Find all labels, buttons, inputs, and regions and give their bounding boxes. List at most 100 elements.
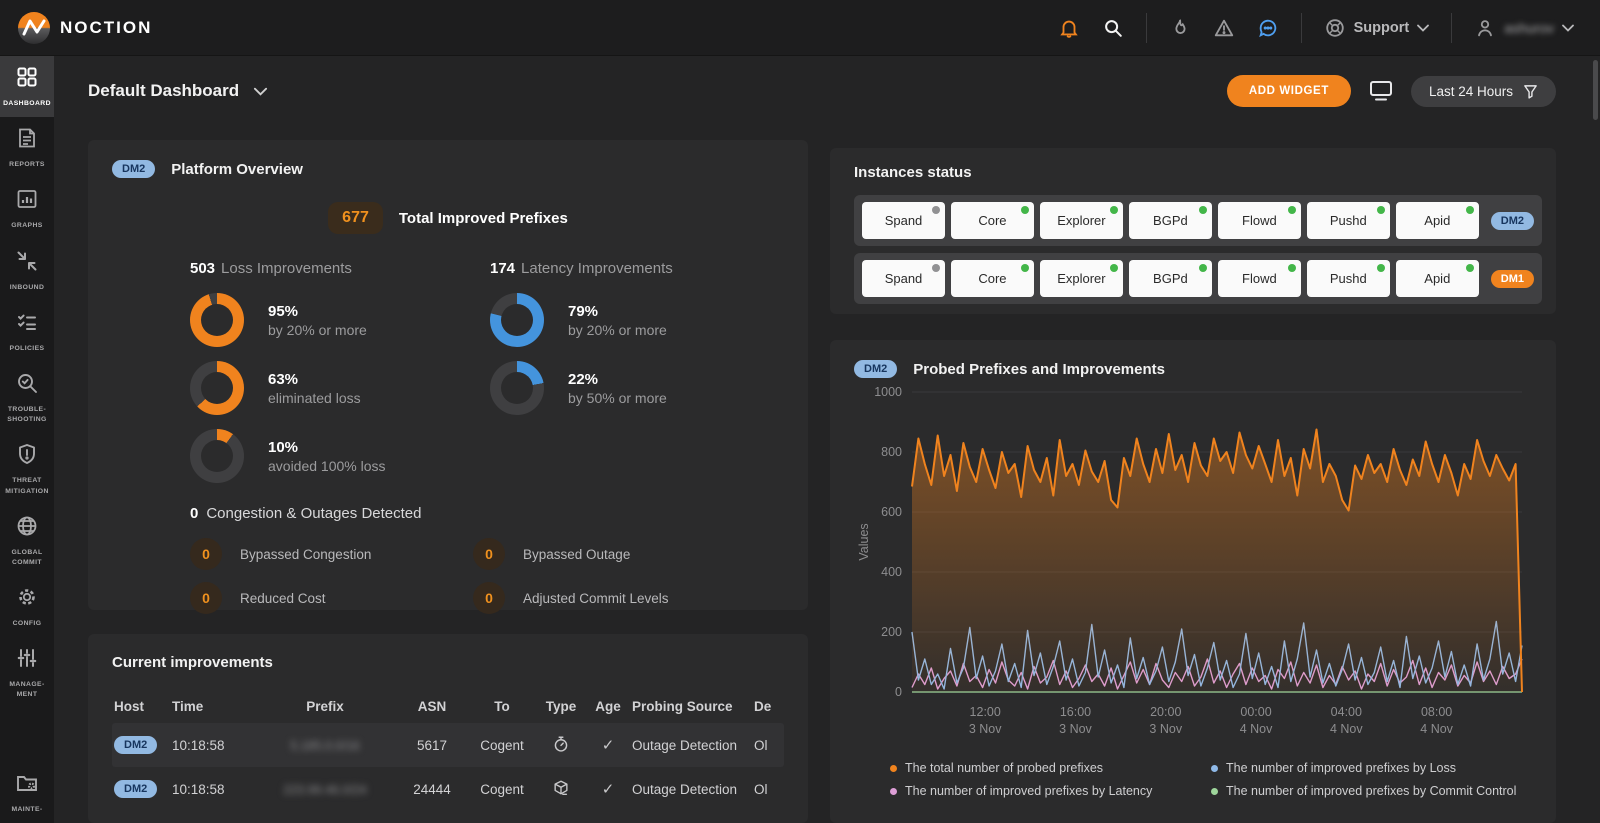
congestion-label: Congestion & Outages Detected (206, 505, 421, 522)
donut-stat: 63% eliminated loss (190, 361, 490, 415)
service-tile-flowd[interactable]: Flowd (1218, 202, 1301, 239)
legend-item[interactable]: The number of improved prefixes by Commi… (1211, 784, 1532, 798)
chevron-down-icon (1562, 24, 1574, 32)
sidebar-item-threat-mitigation[interactable]: THREAT MITIGATION (0, 433, 54, 504)
cell-detail-clipped: Ol (752, 782, 782, 797)
table-row[interactable]: DM210:18:585.185.0.0/165617Cogent✓Outage… (112, 723, 784, 767)
user-icon (1474, 17, 1496, 39)
legend-dot (1211, 788, 1218, 795)
current-improvements-title: Current improvements (112, 654, 784, 671)
service-tile-explorer[interactable]: Explorer (1040, 202, 1123, 239)
noction-logo-icon (18, 12, 50, 44)
improvements-column: 174Latency Improvements 79% by 20% or mo… (490, 260, 790, 483)
brand[interactable]: NOCTION (0, 12, 152, 44)
service-tile-explorer[interactable]: Explorer (1040, 260, 1123, 297)
service-tile-flowd[interactable]: Flowd (1218, 260, 1301, 297)
status-dot-green (1199, 206, 1207, 214)
bell-icon[interactable] (1058, 17, 1080, 39)
congestion-outages-heading: 0Congestion & Outages Detected (190, 505, 784, 522)
column-header-asn: ASN (396, 699, 468, 714)
sidebar-item-label: THREAT MITIGATION (5, 476, 49, 496)
service-tile-apid[interactable]: Apid (1396, 202, 1479, 239)
donut-label: by 50% or more (568, 390, 667, 406)
sidebar-item-graphs[interactable]: GRAPHS (0, 178, 54, 239)
sidebar-item-reports[interactable]: REPORTS (0, 117, 54, 178)
add-widget-button[interactable]: ADD WIDGET (1227, 75, 1351, 107)
sidebar-item-label: MAINTE- (11, 805, 42, 815)
probed-prefixes-chart: 02004006008001000Values12:003 Nov16:003 … (854, 378, 1532, 755)
service-tile-pushd[interactable]: Pushd (1307, 202, 1390, 239)
support-menu[interactable]: Support (1324, 17, 1430, 39)
status-dot-green (1021, 264, 1029, 272)
status-dot-green (1466, 206, 1474, 214)
donut-percent: 79% (568, 303, 667, 320)
instance-row-dm2: SpandCoreExplorerBGPdFlowdPushdApid DM2 (854, 195, 1542, 246)
status-dot-green (1288, 264, 1296, 272)
dm2-badge: DM2 (1491, 212, 1534, 230)
support-label: Support (1354, 20, 1410, 36)
legend-label: The number of improved prefixes by Laten… (905, 784, 1152, 798)
cell-prefix-blurred: 5.185.0.0/16 (290, 739, 360, 753)
service-tile-apid[interactable]: Apid (1396, 260, 1479, 297)
donut-stat: 95% by 20% or more (190, 293, 490, 347)
sidebar-item-inbound[interactable]: INBOUND (0, 240, 54, 301)
checklist-icon (15, 310, 39, 339)
service-tile-bgpd[interactable]: BGPd (1129, 202, 1212, 239)
status-dot-green (1110, 264, 1118, 272)
sidebar-item-manage-ment[interactable]: MANAGE- MENT (0, 637, 54, 708)
sidebar-item-dashboard[interactable]: DASHBOARD (0, 56, 54, 117)
donut-stat: 10% avoided 100% loss (190, 429, 490, 483)
sidebar-item-global-commit[interactable]: GLOBAL COMMIT (0, 505, 54, 576)
sidebar-item-trouble-shooting[interactable]: TROUBLE- SHOOTING (0, 362, 54, 433)
platform-overview-card: DM2 Platform Overview 677 Total Improved… (88, 140, 808, 610)
status-dot-green (1377, 206, 1385, 214)
legend-dot (890, 788, 897, 795)
service-tile-core[interactable]: Core (951, 202, 1034, 239)
legend-item[interactable]: The number of improved prefixes by Loss (1211, 761, 1532, 775)
dashboard-selector[interactable]: Default Dashboard (88, 81, 268, 101)
cell-time: 10:18:58 (170, 738, 254, 753)
column-header-de: De (752, 699, 782, 714)
legend-item[interactable]: The total number of probed prefixes (890, 761, 1211, 775)
time-range-filter[interactable]: Last 24 Hours (1411, 76, 1556, 107)
cell-time: 10:18:58 (170, 782, 254, 797)
service-tile-bgpd[interactable]: BGPd (1129, 260, 1212, 297)
table-header-row: HostTimePrefixASNToTypeAgeProbing Source… (112, 689, 784, 723)
platform-overview-title: Platform Overview (171, 161, 303, 178)
service-tile-pushd[interactable]: Pushd (1307, 260, 1390, 297)
cell-prefix-blurred: 223.99.46.0/24 (283, 783, 366, 797)
total-improved-prefixes: 677 Total Improved Prefixes (112, 202, 784, 234)
donut-percent: 22% (568, 371, 667, 388)
chart-legend: The total number of probed prefixesThe n… (890, 761, 1532, 798)
globe-icon (15, 514, 39, 543)
service-tile-core[interactable]: Core (951, 260, 1034, 297)
monitor-icon[interactable] (1369, 80, 1393, 102)
search-check-icon (15, 371, 39, 400)
sidebar-item-label: REPORTS (9, 160, 45, 170)
x-tick-label: 12:003 Nov (969, 705, 1002, 736)
cell-to: Cogent (468, 782, 536, 797)
sidebar-item-mainte[interactable]: MAINTE- (0, 762, 54, 823)
table-row[interactable]: DM210:18:58223.99.46.0/2424444Cogent✓Out… (112, 767, 784, 811)
page-scrollbar[interactable] (1593, 60, 1598, 120)
improvement-stat: 174Latency Improvements (490, 260, 790, 277)
chat-icon[interactable] (1257, 17, 1279, 39)
legend-item[interactable]: The number of improved prefixes by Laten… (890, 784, 1211, 798)
sidebar-item-policies[interactable]: POLICIES (0, 301, 54, 362)
user-menu[interactable]: ashurov (1474, 17, 1574, 39)
dm2-badge: DM2 (854, 360, 897, 378)
stat-value-badge: 0 (190, 538, 222, 570)
service-tile-spand[interactable]: Spand (862, 202, 945, 239)
sidebar-item-config[interactable]: CONFIG (0, 576, 54, 637)
total-improved-label: Total Improved Prefixes (399, 210, 568, 227)
dashboard-selector-label: Default Dashboard (88, 81, 239, 101)
sidebar-item-label: INBOUND (10, 283, 45, 293)
dm1-badge: DM1 (1491, 270, 1534, 288)
flame-icon[interactable] (1169, 17, 1191, 39)
warning-icon[interactable] (1213, 17, 1235, 39)
x-tick-label: 04:004 Nov (1330, 705, 1363, 736)
service-tile-spand[interactable]: Spand (862, 260, 945, 297)
sidebar-item-label: TROUBLE- SHOOTING (7, 405, 46, 425)
donut-percent: 63% (268, 371, 361, 388)
search-icon[interactable] (1102, 17, 1124, 39)
